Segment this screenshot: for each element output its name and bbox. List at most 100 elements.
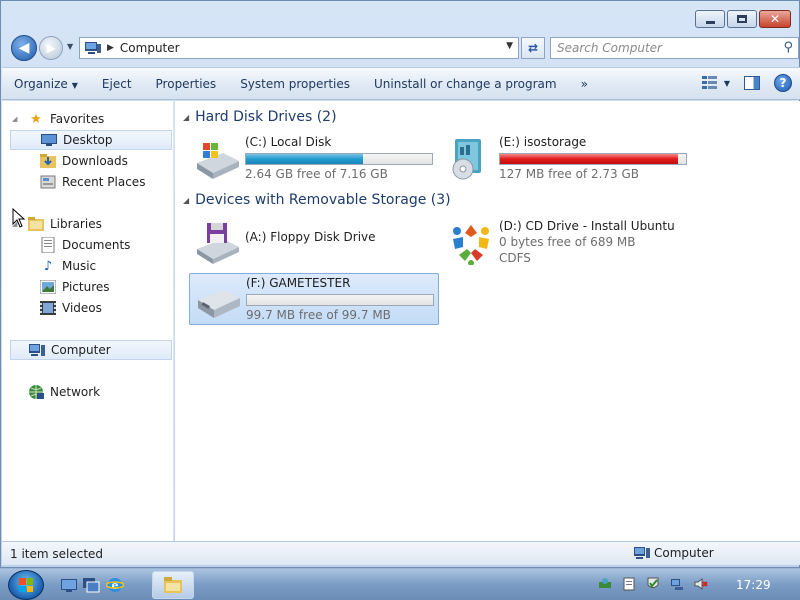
- selection-status: 1 item selected: [10, 546, 104, 561]
- document-tray-icon[interactable]: [622, 577, 636, 591]
- preview-pane-icon[interactable]: [744, 76, 760, 90]
- drive-c-usage-bar: [245, 153, 433, 165]
- internet-explorer-icon[interactable]: e: [106, 576, 124, 594]
- recent-pages-dropdown[interactable]: ▼: [67, 42, 73, 51]
- group-removable-storage-label: Devices with Removable Storage (3): [195, 192, 451, 208]
- nav-computer[interactable]: Computer: [10, 340, 172, 360]
- search-placeholder: Search Computer: [557, 41, 662, 55]
- music-icon: ♪: [43, 258, 53, 274]
- help-icon[interactable]: ?: [774, 74, 792, 92]
- breadcrumb-computer[interactable]: Computer: [120, 41, 180, 55]
- more-commands-button[interactable]: »: [569, 77, 600, 91]
- start-button[interactable]: [8, 570, 44, 600]
- drive-e-free: 127 MB free of 2.73 GB: [499, 167, 640, 181]
- volume-muted-icon[interactable]: [694, 577, 708, 591]
- back-button[interactable]: ◀: [11, 35, 37, 61]
- explorer-taskbar-button[interactable]: [152, 571, 194, 599]
- drive-c-tile[interactable]: (C:) Local Disk 2.64 GB free of 7.16 GB: [189, 133, 439, 185]
- content-pane: ◢ Hard Disk Drives (2) (C:) Local Disk 2…: [175, 101, 800, 541]
- uninstall-program-button[interactable]: Uninstall or change a program: [362, 77, 569, 91]
- nav-pictures[interactable]: Pictures: [10, 277, 172, 297]
- nav-music[interactable]: ♪ Music: [10, 256, 172, 276]
- videos-icon: [40, 300, 56, 316]
- windows-logo-icon: [19, 578, 33, 592]
- address-row: ◀ ▶ ▼ ▶ Computer ▼ ⇄ Search Computer ⚲: [9, 33, 799, 61]
- nav-recent-places-label: Recent Places: [62, 175, 146, 189]
- nav-desktop-label: Desktop: [63, 133, 113, 147]
- drive-a-tile[interactable]: (A:) Floppy Disk Drive: [189, 217, 439, 269]
- hard-disk-windows-icon: [197, 143, 239, 179]
- removable-drive-icon: [198, 290, 240, 318]
- downloads-icon: [40, 153, 56, 169]
- collapse-group-icon[interactable]: ◢: [183, 196, 189, 205]
- group-hard-disk-drives[interactable]: ◢ Hard Disk Drives (2): [183, 109, 337, 125]
- drive-f-tile[interactable]: (F:) GAMETESTER 99.7 MB free of 99.7 MB: [189, 273, 439, 325]
- properties-button[interactable]: Properties: [144, 77, 229, 91]
- address-bar[interactable]: ▶ Computer ▼: [79, 37, 519, 59]
- nav-documents[interactable]: Documents: [10, 235, 172, 255]
- minimize-button[interactable]: [695, 10, 725, 28]
- chevron-down-icon: ▼: [723, 78, 730, 88]
- drive-d-name: (D:) CD Drive - Install Ubuntu: [499, 219, 675, 233]
- group-hard-disk-drives-label: Hard Disk Drives (2): [195, 109, 337, 125]
- disc-image-icon: [452, 139, 481, 180]
- address-dropdown-icon[interactable]: ▼: [506, 41, 513, 51]
- drive-d-filesystem: CDFS: [499, 251, 531, 265]
- search-input[interactable]: Search Computer ⚲: [550, 37, 799, 59]
- chevron-down-icon: ▼: [71, 80, 78, 90]
- action-center-icon[interactable]: [646, 577, 660, 591]
- drive-d-tile[interactable]: (D:) CD Drive - Install Ubuntu 0 bytes f…: [443, 217, 693, 269]
- toolbar-right: ▼ ?: [701, 74, 792, 92]
- breadcrumb-arrow-icon[interactable]: ▶: [107, 43, 114, 53]
- nav-videos-label: Videos: [62, 301, 102, 315]
- nav-computer-label: Computer: [51, 343, 111, 357]
- navigation-pane: ◢ ★ Favorites Desktop Downloads Recent P…: [2, 101, 174, 541]
- forward-button[interactable]: ▶: [39, 36, 63, 60]
- nav-network-label: Network: [50, 385, 101, 399]
- minimize-icon: [705, 20, 715, 24]
- eject-button[interactable]: Eject: [90, 77, 144, 91]
- libraries-icon: [28, 216, 44, 232]
- organize-button[interactable]: Organize ▼: [2, 77, 90, 91]
- drive-e-tile[interactable]: (E:) isostorage 127 MB free of 2.73 GB: [443, 133, 693, 185]
- drive-e-name: (E:) isostorage: [499, 135, 587, 149]
- pictures-icon: [40, 279, 56, 295]
- maximize-icon: [737, 15, 747, 23]
- documents-icon: [40, 237, 56, 253]
- nav-desktop[interactable]: Desktop: [10, 130, 172, 150]
- refresh-button[interactable]: ⇄: [521, 37, 545, 59]
- nav-libraries[interactable]: Libraries: [10, 214, 172, 234]
- nav-recent-places[interactable]: Recent Places: [10, 172, 172, 192]
- explorer-window: ✕ ◀ ▶ ▼ ▶ Computer ▼ ⇄ Search Computer ⚲…: [0, 0, 800, 568]
- network-icon: [28, 384, 44, 400]
- drive-f-usage-bar: [246, 294, 434, 306]
- show-desktop-icon[interactable]: [60, 576, 78, 594]
- group-removable-storage[interactable]: ◢ Devices with Removable Storage (3): [183, 192, 451, 208]
- close-icon: ✕: [769, 12, 781, 26]
- system-properties-button[interactable]: System properties: [228, 77, 362, 91]
- change-view-button[interactable]: ▼: [701, 76, 730, 90]
- nav-favorites[interactable]: ★ Favorites: [10, 109, 172, 129]
- recent-places-icon: [40, 174, 56, 190]
- search-icon[interactable]: ⚲: [783, 40, 793, 55]
- drive-c-name: (C:) Local Disk: [245, 135, 332, 149]
- collapse-group-icon[interactable]: ◢: [183, 113, 189, 122]
- drive-f-name: (F:) GAMETESTER: [246, 276, 351, 290]
- network-tray-icon[interactable]: [670, 577, 684, 591]
- organize-label: Organize: [14, 76, 68, 91]
- nav-downloads[interactable]: Downloads: [10, 151, 172, 171]
- taskbar-clock[interactable]: 17:29: [736, 578, 771, 592]
- switch-windows-icon[interactable]: [82, 576, 100, 594]
- views-icon: [701, 76, 718, 90]
- drive-c-usage-fill: [246, 154, 364, 164]
- nav-videos[interactable]: Videos: [10, 298, 172, 318]
- ubuntu-cd-icon: [453, 225, 489, 265]
- nav-downloads-label: Downloads: [62, 154, 128, 168]
- nav-network[interactable]: Network: [10, 382, 172, 402]
- drive-e-usage-fill: [500, 154, 678, 164]
- close-button[interactable]: ✕: [759, 10, 791, 28]
- safely-remove-hardware-icon[interactable]: [598, 577, 612, 591]
- status-location-label: Computer: [654, 546, 714, 560]
- taskbar: e 17:29: [0, 568, 800, 600]
- maximize-button[interactable]: [727, 10, 757, 28]
